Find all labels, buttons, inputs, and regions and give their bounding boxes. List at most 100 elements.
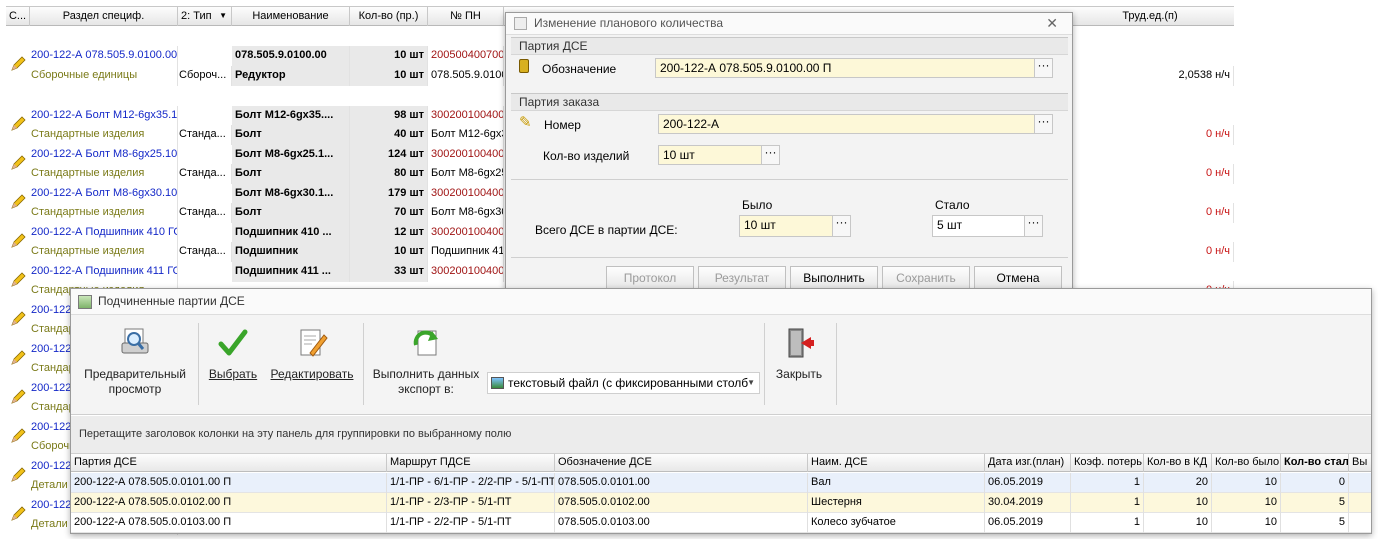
cell-labor: 0 н/ч — [1066, 164, 1234, 184]
cell-pn: Болт М12-6gx3 — [428, 125, 504, 145]
cell-labor: 0 н/ч — [1066, 242, 1234, 262]
export-format-select[interactable]: текстовый файл (с фиксированными столб ▼ — [487, 372, 760, 394]
cell-qty: 70 шт — [350, 203, 428, 223]
cell-name: Подшипник — [232, 242, 350, 262]
cell-kd: 20 — [1144, 473, 1212, 493]
cell-loss: 1 — [1071, 473, 1144, 493]
dialog-title-bar: Изменение планового количества ✕ — [506, 13, 1072, 35]
cell-spec: 200-122-А Болт М12-6gx35.109.30ХГ... — [28, 105, 178, 126]
cell-spec: Сборочные единицы — [28, 65, 178, 86]
cancel-button[interactable]: Отмена — [974, 266, 1062, 290]
cell-now: 5 — [1281, 493, 1349, 513]
cell-route: 1/1-ПР - 2/3-ПР - 5/1-ПТ — [387, 493, 555, 513]
column-header[interactable]: Раздел специф. — [30, 7, 178, 26]
now-label: Стало — [935, 198, 970, 212]
column-header[interactable]: Партия ДСЕ — [71, 454, 387, 472]
column-header[interactable]: С... — [6, 7, 30, 26]
preview-button[interactable]: Предварительный просмотр — [81, 327, 189, 397]
now-browse-button[interactable]: ··· — [1024, 215, 1043, 237]
cell-qty: 80 шт — [350, 164, 428, 184]
cell-spec: 200-122-А Подшипник 410 ГОСТ 833... — [28, 222, 178, 243]
cell-pn: Болт М8-6gx25 — [428, 164, 504, 184]
cell-labor: 0 н/ч — [1066, 203, 1234, 223]
column-header[interactable]: Кол-во стало — [1281, 454, 1349, 472]
cell-now: 5 — [1281, 513, 1349, 533]
column-header[interactable]: Вы — [1349, 454, 1371, 472]
column-header[interactable]: № ПН — [428, 7, 504, 26]
column-header[interactable]: Наим. ДСЕ — [808, 454, 985, 472]
section-order-party: Партия заказа — [511, 93, 1068, 111]
result-button[interactable]: Результат — [698, 266, 786, 290]
cell-pn: 3002001004007 — [428, 144, 504, 165]
cell-code: 078.505.0.0102.00 — [555, 493, 808, 513]
cell-route: 1/1-ПР - 2/2-ПР - 5/1-ПТ — [387, 513, 555, 533]
cell-name: Болт М12-6gx35.... — [232, 105, 350, 126]
table-row[interactable]: 200-122-А 078.505.0.0101.00 П 1/1-ПР - 6/… — [71, 473, 1371, 493]
cell-now: 0 — [1281, 473, 1349, 493]
cell-pn: Подшипник 410 — [428, 242, 504, 262]
cell-qty: 124 шт — [350, 144, 428, 165]
designation-browse-button[interactable]: ··· — [1034, 58, 1053, 78]
close-button[interactable]: Закрыть — [769, 327, 829, 382]
designation-field[interactable]: 200-122-А 078.505.9.0100.00 П — [655, 58, 1036, 78]
text-file-icon — [491, 377, 504, 389]
select-button[interactable]: Выбрать — [205, 327, 261, 382]
chevron-down-icon[interactable]: ▼ — [219, 7, 227, 25]
table-row[interactable]: 200-122-А 078.505.0.0102.00 П 1/1-ПР - 2/… — [71, 493, 1371, 513]
grid-header: Партия ДСЕ Маршрут ПДСЕ Обозначение ДСЕ … — [71, 454, 1371, 472]
column-header[interactable]: Дата изг.(план) — [985, 454, 1071, 472]
cell-kd: 10 — [1144, 513, 1212, 533]
edit-label: Редактировать — [270, 367, 354, 381]
was-browse-button[interactable]: ··· — [832, 215, 851, 237]
export-format-value: текстовый файл (с фиксированными столб — [508, 376, 749, 390]
qty-browse-button[interactable]: ··· — [761, 145, 780, 165]
export-button[interactable]: Выполнить данных экспорт в: — [371, 327, 481, 397]
cell-qty: 33 шт — [350, 261, 428, 282]
column-header[interactable]: Маршрут ПДСЕ — [387, 454, 555, 472]
now-field[interactable]: 5 шт — [932, 215, 1026, 237]
cell-pn: 078.505.9.0100 — [428, 65, 504, 86]
column-header[interactable]: Кол-во было — [1212, 454, 1281, 472]
close-icon[interactable]: ✕ — [1046, 13, 1058, 34]
cell-was: 10 — [1212, 473, 1281, 493]
cell-was: 10 — [1212, 493, 1281, 513]
table-row[interactable]: 200-122-А 078.505.0.0103.00 П 1/1-ПР - 2/… — [71, 513, 1371, 533]
export-label: Выполнить данных экспорт в: — [372, 367, 480, 396]
cell-code: 078.505.0.0101.00 — [555, 473, 808, 493]
cell-name: Болт — [232, 203, 350, 223]
pencil-icon: ✎ — [519, 114, 532, 131]
toolbar-separator — [836, 323, 837, 405]
edit-button[interactable]: Редактировать — [269, 327, 355, 382]
column-header[interactable]: Обозначение ДСЕ — [555, 454, 808, 472]
window-title-bar: Подчиненные партии ДСЕ — [71, 289, 1371, 315]
column-header[interactable]: Наименование — [232, 7, 350, 26]
protocol-button[interactable]: Протокол — [606, 266, 694, 290]
cell-date: 06.05.2019 — [985, 513, 1071, 533]
cell-pn: 2005004007008 — [428, 46, 504, 66]
cell-date: 30.04.2019 — [985, 493, 1071, 513]
cell-qty: 12 шт — [350, 222, 428, 243]
save-button[interactable]: Сохранить — [882, 266, 970, 290]
order-number-browse-button[interactable]: ··· — [1034, 114, 1053, 134]
column-header[interactable]: Кол-во в КД — [1144, 454, 1212, 472]
order-number-field[interactable]: 200-122-А — [658, 114, 1036, 134]
column-header[interactable]: Кол-во (пр.) — [350, 7, 428, 26]
cell-spec: 200-122-А Болт М8-6gx25.109.30ХГ... — [28, 144, 178, 165]
execute-button[interactable]: Выполнить — [790, 266, 878, 290]
column-header[interactable]: Коэф. потерь — [1071, 454, 1144, 472]
group-by-panel[interactable]: Перетащите заголовок колонки на эту пане… — [71, 416, 1371, 454]
cell-qty: 40 шт — [350, 125, 428, 145]
cell-spec: Стандартные изделия — [28, 242, 178, 262]
cell-spec: 200-122-А Болт М8-6gx30.109.30ХГ... — [28, 183, 178, 204]
column-header[interactable]: 2: Тип ▼ — [178, 7, 232, 26]
toolbar: Предварительный просмотр Выбрать Редакти… — [71, 315, 1371, 415]
select-label: Выбрать — [208, 367, 258, 381]
cell-qty: 10 шт — [350, 46, 428, 66]
cell-type: Станда... — [176, 164, 232, 184]
cell-spec: Стандартные изделия — [28, 164, 178, 184]
cell-type: Станда... — [176, 125, 232, 145]
cell-party: 200-122-А 078.505.0.0101.00 П — [71, 473, 387, 493]
column-header[interactable]: Труд.ед.(п) — [1066, 7, 1234, 26]
dialog-app-icon — [514, 17, 527, 30]
qty-field[interactable]: 10 шт — [658, 145, 763, 165]
